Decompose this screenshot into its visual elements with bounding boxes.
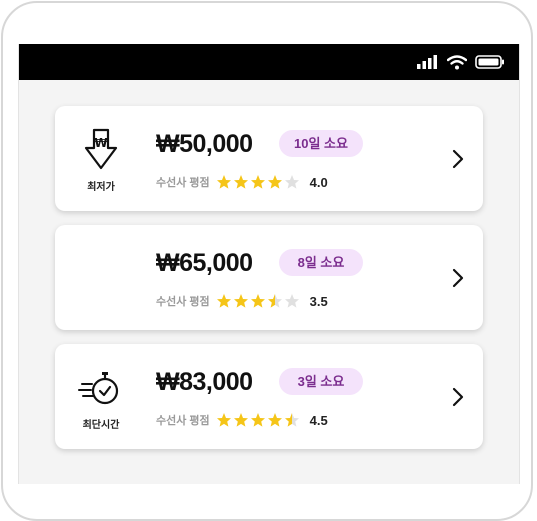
- rating-row: 수선사 평점 4.5: [156, 411, 328, 429]
- star-icon: [284, 294, 299, 308]
- star-icon: [250, 175, 265, 189]
- fastest-time-badge: 최단시간: [73, 364, 129, 431]
- repair-option-card[interactable]: ₩ 최저가 ₩50,000 10일 소요 수선사 평점 4.0: [55, 106, 483, 211]
- chevron-right-icon[interactable]: [451, 148, 465, 170]
- star-icon: [216, 175, 231, 189]
- lowest-price-label: 최저가: [87, 182, 115, 193]
- signal-icon: [417, 55, 437, 69]
- duration-badge: 8일 소요: [279, 249, 363, 276]
- star-icon: [284, 413, 299, 427]
- rating-value: 4.0: [309, 174, 328, 190]
- star-icon: [284, 175, 299, 189]
- duration-badge: 10일 소요: [279, 130, 363, 157]
- lowest-price-badge: ₩ 최저가: [73, 126, 129, 193]
- battery-icon: [475, 55, 504, 69]
- star-icon: [233, 175, 248, 189]
- star-rating: [216, 174, 300, 190]
- duration-badge: 3일 소요: [279, 368, 363, 395]
- star-rating: [216, 412, 300, 428]
- rating-value: 3.5: [309, 293, 328, 309]
- lowest-price-icon: ₩: [84, 128, 118, 170]
- star-rating: [216, 293, 300, 309]
- fastest-time-label: 최단시간: [82, 420, 120, 431]
- price: ₩50,000: [156, 130, 253, 158]
- rating-value: 4.5: [309, 412, 328, 428]
- rating-row: 수선사 평점 4.0: [156, 173, 328, 191]
- star-icon: [267, 175, 282, 189]
- chevron-right-icon[interactable]: [451, 386, 465, 408]
- star-icon: [250, 413, 265, 427]
- star-icon: [233, 413, 248, 427]
- screen: ₩ 최저가 ₩50,000 10일 소요 수선사 평점 4.0 ₩65,000 …: [18, 44, 520, 484]
- star-icon: [216, 413, 231, 427]
- repair-option-card[interactable]: 최단시간 ₩83,000 3일 소요 수선사 평점 4.5: [55, 344, 483, 449]
- fastest-time-icon: [78, 372, 119, 405]
- rating-label: 수선사 평점: [156, 177, 210, 189]
- rating-row: 수선사 평점 3.5: [156, 292, 328, 310]
- star-icon: [267, 413, 282, 427]
- chevron-right-icon[interactable]: [451, 267, 465, 289]
- status-bar: [19, 44, 519, 80]
- price: ₩83,000: [156, 368, 253, 396]
- svg-text:₩: ₩: [94, 136, 108, 150]
- star-icon: [233, 294, 248, 308]
- rating-label: 수선사 평점: [156, 415, 210, 427]
- repair-option-card[interactable]: ₩65,000 8일 소요 수선사 평점 3.5: [55, 225, 483, 330]
- star-icon: [267, 294, 282, 308]
- star-icon: [250, 294, 265, 308]
- wifi-icon: [447, 54, 467, 69]
- price: ₩65,000: [156, 249, 253, 277]
- rating-label: 수선사 평점: [156, 296, 210, 308]
- star-icon: [216, 294, 231, 308]
